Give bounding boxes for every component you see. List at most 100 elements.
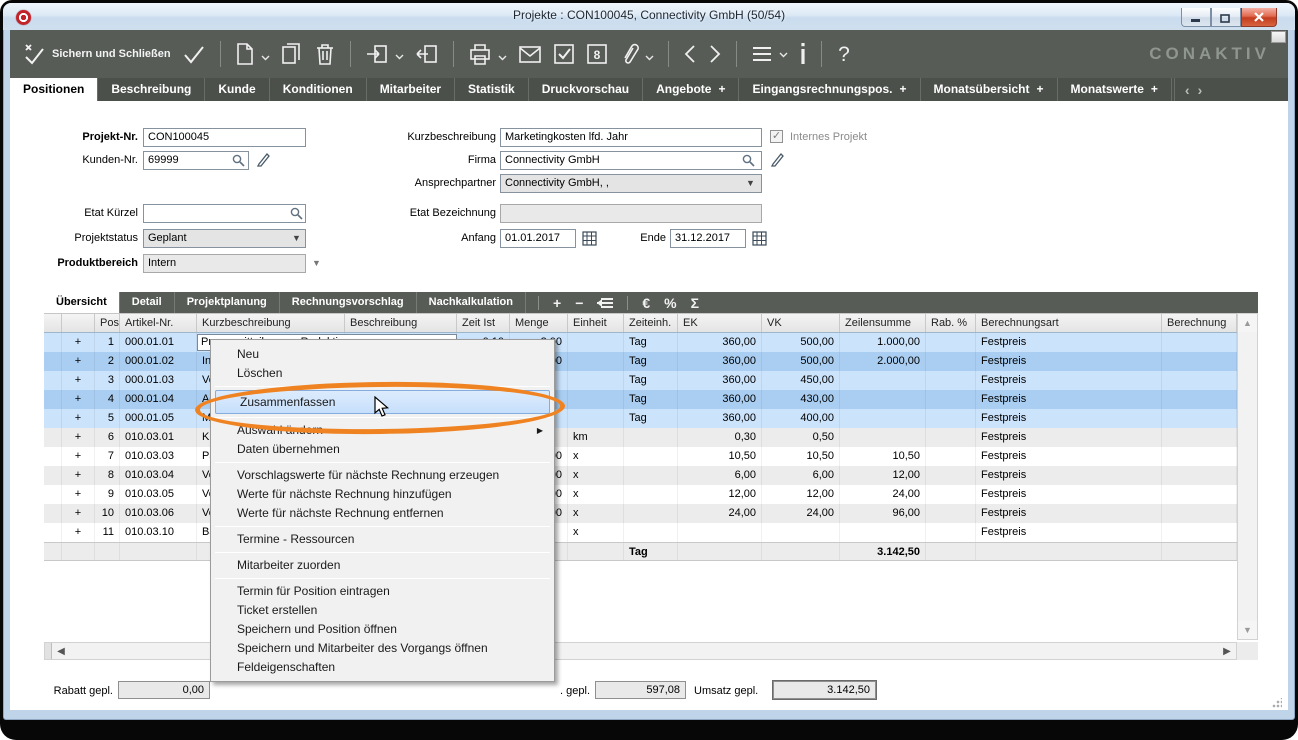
cell-plus[interactable]: + [62, 447, 95, 466]
tab-nav-prev[interactable]: ‹ [1185, 82, 1190, 98]
import-button[interactable] [365, 43, 404, 65]
cell-zeiteinh[interactable] [624, 485, 678, 504]
cell-summe[interactable]: 1.000,00 [840, 333, 926, 352]
tab-druckvorschau[interactable]: Druckvorschau [529, 78, 644, 101]
cell-handle[interactable] [44, 504, 62, 523]
cell-ek[interactable]: 24,00 [678, 504, 762, 523]
cell-summe[interactable] [840, 523, 926, 542]
cell-ek[interactable]: 360,00 [678, 390, 762, 409]
cell-handle[interactable] [44, 466, 62, 485]
tab-nav-next[interactable]: › [1198, 82, 1203, 98]
kunden-nr-search-icon[interactable] [232, 154, 245, 167]
column-header-plus[interactable] [62, 314, 95, 332]
tab-kunde[interactable]: Kunde [205, 78, 270, 101]
cell-vk[interactable]: 6,00 [762, 466, 840, 485]
cell-rab[interactable] [926, 447, 976, 466]
projektstatus-chevron-icon[interactable]: ▼ [292, 233, 301, 243]
cell-ber2[interactable] [1162, 352, 1237, 371]
add-position-icon[interactable]: + [553, 295, 561, 311]
new-doc-button[interactable] [235, 42, 270, 66]
subtab-projektplanung[interactable]: Projektplanung [175, 292, 280, 313]
cell-einheit[interactable] [568, 390, 624, 409]
cell-pos[interactable]: 7 [95, 447, 120, 466]
cell-art[interactable]: Festpreis [976, 409, 1162, 428]
cell-handle[interactable] [44, 371, 62, 390]
cell-artikel[interactable]: 010.03.05 [120, 485, 197, 504]
cell-summe[interactable] [840, 428, 926, 447]
cell-ek[interactable]: 12,00 [678, 485, 762, 504]
cell-art[interactable]: Festpreis [976, 447, 1162, 466]
outdent-icon[interactable] [597, 295, 614, 311]
cell-pos[interactable]: 2 [95, 352, 120, 371]
cell-zeiteinh[interactable]: Tag [624, 333, 678, 352]
subtab-detail[interactable]: Detail [120, 292, 175, 313]
help-button[interactable]: ? [836, 42, 852, 66]
menu-item-mitarbeiter-zuorden[interactable]: Mitarbeiter zuorden [213, 556, 552, 575]
column-header-ek[interactable]: EK [678, 314, 762, 332]
cell-art[interactable]: Festpreis [976, 333, 1162, 352]
cell-plus[interactable]: + [62, 485, 95, 504]
cell-ek[interactable]: 10,50 [678, 447, 762, 466]
cell-zeiteinh[interactable] [624, 447, 678, 466]
column-header-vk[interactable]: VK [762, 314, 840, 332]
cell-einheit[interactable]: km [568, 428, 624, 447]
cell-art[interactable]: Festpreis [976, 428, 1162, 447]
cell-rab[interactable] [926, 390, 976, 409]
menu-item-termine-ressourcen[interactable]: Termine - Ressourcen [213, 530, 552, 549]
scroll-right-icon[interactable]: ▶ [1218, 646, 1236, 657]
cell-ek[interactable]: 360,00 [678, 333, 762, 352]
cell-pos[interactable]: 11 [95, 523, 120, 542]
cell-zeiteinh[interactable] [624, 523, 678, 542]
cell-ber2[interactable] [1162, 485, 1237, 504]
column-header-beschr[interactable]: Beschreibung [345, 314, 457, 332]
cell-pos[interactable]: 5 [95, 409, 120, 428]
cell-summe[interactable] [840, 371, 926, 390]
cell-zeiteinh[interactable] [624, 466, 678, 485]
close-button[interactable] [1241, 8, 1277, 27]
paperclip-dropdown-chevron-icon[interactable] [645, 48, 654, 66]
cell-handle[interactable] [44, 409, 62, 428]
cell-art[interactable]: Festpreis [976, 466, 1162, 485]
cell-plus[interactable]: + [62, 466, 95, 485]
cell-artikel[interactable]: 010.03.10 [120, 523, 197, 542]
cell-vk[interactable]: 12,00 [762, 485, 840, 504]
cell-einheit[interactable] [568, 371, 624, 390]
cell-plus[interactable]: + [62, 390, 95, 409]
menu-item-vorschlagswerte-für-nächste-rechnung-erzeugen[interactable]: Vorschlagswerte für nächste Rechnung erz… [213, 466, 552, 485]
cell-art[interactable]: Festpreis [976, 390, 1162, 409]
column-header-artikel[interactable]: Artikel-Nr. [120, 314, 197, 332]
produktbereich-select[interactable]: Intern [143, 254, 306, 273]
column-header-rab[interactable]: Rab. % [926, 314, 976, 332]
cell-vk[interactable]: 500,00 [762, 333, 840, 352]
cell-rab[interactable] [926, 352, 976, 371]
cell-vk[interactable]: 450,00 [762, 371, 840, 390]
sum-icon[interactable]: Σ [691, 295, 699, 311]
paperclip-button[interactable] [619, 42, 654, 66]
cell-ek[interactable]: 360,00 [678, 352, 762, 371]
cell-rab[interactable] [926, 485, 976, 504]
ende-calendar-icon[interactable] [752, 231, 767, 246]
cell-vk[interactable] [762, 523, 840, 542]
tab-mitarbeiter[interactable]: Mitarbeiter [367, 78, 456, 101]
ende-input[interactable]: 31.12.2017 [670, 229, 746, 248]
tab-monatswerte[interactable]: Monatswerte + [1058, 78, 1172, 101]
cell-vk[interactable]: 0,50 [762, 428, 840, 447]
cell-zeiteinh[interactable] [624, 504, 678, 523]
cell-einheit[interactable]: x [568, 485, 624, 504]
tab-positionen[interactable]: Positionen [10, 78, 99, 101]
column-header-zeit_ist[interactable]: Zeit Ist [457, 314, 510, 332]
cell-plus[interactable]: + [62, 352, 95, 371]
maximize-button[interactable] [1211, 8, 1241, 27]
cell-plus[interactable]: + [62, 333, 95, 352]
export-button[interactable] [415, 43, 439, 65]
cell-art[interactable]: Festpreis [976, 504, 1162, 523]
cell-handle[interactable] [44, 485, 62, 504]
print-dropdown-chevron-icon[interactable] [498, 48, 507, 66]
cell-einheit[interactable]: x [568, 523, 624, 542]
cell-pos[interactable]: 8 [95, 466, 120, 485]
cell-plus[interactable]: + [62, 428, 95, 447]
print-button[interactable] [468, 43, 507, 66]
column-header-zeiteinh[interactable]: Zeiteinh. [624, 314, 678, 332]
cell-ber2[interactable] [1162, 466, 1237, 485]
cell-pos[interactable]: 1 [95, 333, 120, 352]
